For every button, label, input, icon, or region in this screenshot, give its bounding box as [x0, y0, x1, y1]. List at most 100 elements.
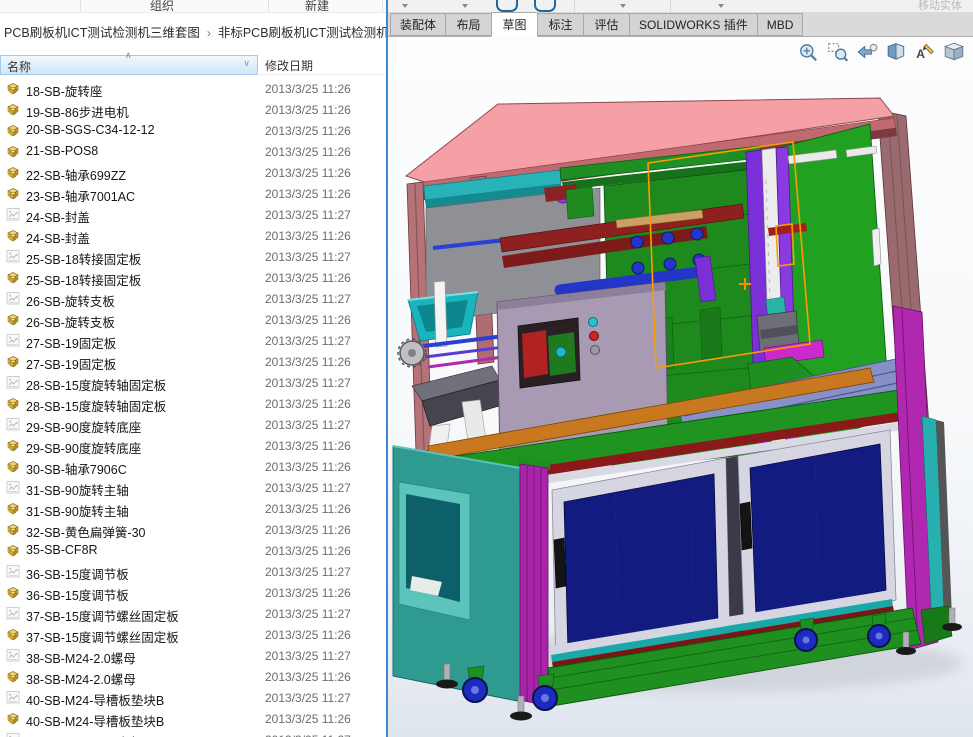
file-row[interactable]: 30-SB-轴承7906C 2013/3/25 11:26 [0, 456, 386, 477]
file-row[interactable]: 38-SB-M24-2.0螺母 2013/3/25 11:26 [0, 666, 386, 687]
file-modified-date: 2013/3/25 11:26 [265, 271, 351, 285]
tab-annotation[interactable]: 标注 [537, 13, 584, 36]
tab-mbd[interactable]: MBD [756, 13, 804, 36]
commandmanager-strip: 移动实体 [388, 0, 973, 12]
file-row[interactable]: 37-SB-15度调节螺丝固定板 2013/3/25 11:27 [0, 603, 386, 624]
file-row[interactable]: 25-SB-18转接固定板 2013/3/25 11:26 [0, 267, 386, 288]
file-name: 38-SB-M24-2.0螺母 [26, 673, 136, 687]
file-modified-date: 2013/3/25 11:26 [265, 355, 351, 369]
file-modified-date: 2013/3/25 11:27 [265, 607, 351, 621]
file-name: 25-SB-18转接固定板 [26, 253, 142, 267]
file-row[interactable]: 38-SB-M24-2.0螺母 2013/3/25 11:27 [0, 645, 386, 666]
file-modified-date: 2013/3/25 11:26 [265, 628, 351, 642]
preview-image-icon [6, 334, 20, 347]
file-row[interactable]: 26-SB-旋转支板 2013/3/25 11:26 [0, 309, 386, 330]
file-name: 35-SB-CF8R [26, 543, 98, 557]
file-name: 24-SB-封盖 [26, 232, 90, 246]
file-name: 26-SB-旋转支板 [26, 295, 115, 309]
previous-view-icon[interactable] [856, 42, 878, 62]
file-row[interactable]: 36-SB-15度调节板 2013/3/25 11:26 [0, 582, 386, 603]
file-row[interactable]: 27-SB-19固定板 2013/3/25 11:26 [0, 351, 386, 372]
column-header-row: ∧ 名称 ∨ 修改日期 [0, 50, 386, 76]
heads-up-view-toolbar: A [798, 42, 965, 62]
file-modified-date: 2013/3/25 11:26 [265, 313, 351, 327]
section-view-icon[interactable] [885, 42, 907, 62]
solidworks-part-icon [7, 545, 19, 557]
file-row[interactable]: 31-SB-90旋转主轴 2013/3/25 11:26 [0, 498, 386, 519]
file-name: 26-SB-旋转支板 [26, 316, 115, 330]
zoom-to-area-icon[interactable] [827, 42, 849, 62]
file-list: 18-SB-旋转座 2013/3/25 11:26 19-SB-86步进电机 2… [0, 78, 386, 737]
solidworks-part-icon [7, 503, 19, 515]
tab-solidworks-addins[interactable]: SOLIDWORKS 插件 [629, 13, 757, 36]
commandmanager-tabs: 装配体 布局 草图 标注 评估 SOLIDWORKS 插件 MBD [388, 12, 973, 37]
tab-layout[interactable]: 布局 [445, 13, 492, 36]
organize-button[interactable]: 组织 [150, 0, 174, 12]
file-row[interactable]: 37-SB-15度调节螺丝固定板 2013/3/25 11:26 [0, 624, 386, 645]
file-row[interactable]: 23-SB-轴承7001AC 2013/3/25 11:26 [0, 183, 386, 204]
breadcrumb-chevron-icon: › [206, 26, 211, 40]
solidworks-part-icon [7, 167, 19, 179]
file-row[interactable]: 41-SB-4040-720主架 2013/3/25 11:27 [0, 729, 386, 737]
file-row[interactable]: 40-SB-M24-导槽板垫块B 2013/3/25 11:26 [0, 708, 386, 729]
file-row[interactable]: 28-SB-15度旋转轴固定板 2013/3/25 11:27 [0, 372, 386, 393]
file-row[interactable]: 19-SB-86步进电机 2013/3/25 11:26 [0, 99, 386, 120]
zoom-to-fit-icon[interactable] [798, 42, 820, 62]
preview-image-icon [6, 376, 20, 389]
file-row[interactable]: 24-SB-封盖 2013/3/25 11:27 [0, 204, 386, 225]
file-row[interactable]: 24-SB-封盖 2013/3/25 11:26 [0, 225, 386, 246]
file-row[interactable]: 20-SB-SGS-C34-12-12 2013/3/25 11:26 [0, 120, 386, 141]
tab-evaluate[interactable]: 评估 [583, 13, 630, 36]
tab-assembly[interactable]: 装配体 [390, 13, 446, 36]
graphics-area[interactable]: A [388, 37, 973, 737]
file-name: 28-SB-15度旋转轴固定板 [26, 379, 167, 393]
tab-sketch[interactable]: 草图 [491, 12, 538, 37]
file-name: 37-SB-15度调节螺丝固定板 [26, 631, 179, 645]
file-name: 29-SB-90度旋转底座 [26, 442, 142, 456]
file-modified-date: 2013/3/25 11:26 [265, 439, 351, 453]
file-modified-date: 2013/3/25 11:27 [265, 376, 351, 390]
file-row[interactable]: 21-SB-POS8 2013/3/25 11:26 [0, 141, 386, 162]
dropdown-caret-icon [402, 4, 408, 8]
file-name: 38-SB-M24-2.0螺母 [26, 652, 136, 666]
file-row[interactable]: 29-SB-90度旋转底座 2013/3/25 11:26 [0, 435, 386, 456]
file-row[interactable]: 22-SB-轴承699ZZ 2013/3/25 11:26 [0, 162, 386, 183]
solidworks-part-icon [7, 671, 19, 683]
new-folder-button[interactable]: 新建 [305, 0, 329, 12]
view-orientation-icon[interactable] [943, 42, 965, 62]
file-name: 21-SB-POS8 [26, 144, 99, 158]
file-name: 31-SB-90旋转主轴 [26, 484, 129, 498]
file-row[interactable]: 26-SB-旋转支板 2013/3/25 11:27 [0, 288, 386, 309]
annotations-icon[interactable]: A [914, 42, 936, 62]
file-modified-date: 2013/3/25 11:27 [265, 691, 351, 705]
toolbar-fragment-icon [496, 0, 518, 12]
3d-model-machine[interactable]: + [388, 37, 973, 737]
file-modified-date: 2013/3/25 11:26 [265, 229, 351, 243]
breadcrumb[interactable]: PCB刷板机ICT测试检测机三维套图 › 非标PCB刷板机ICT测试检测机三维套图 [0, 13, 386, 43]
file-row[interactable]: 35-SB-CF8R 2013/3/25 11:26 [0, 540, 386, 561]
solidworks-part-icon [7, 104, 19, 116]
filter-dropdown-icon[interactable]: ∨ [243, 58, 250, 69]
file-row[interactable]: 25-SB-18转接固定板 2013/3/25 11:27 [0, 246, 386, 267]
breadcrumb-folder[interactable]: PCB刷板机ICT测试检测机三维套图 [4, 26, 200, 40]
file-row[interactable]: 29-SB-90度旋转底座 2013/3/25 11:27 [0, 414, 386, 435]
file-name: 18-SB-旋转座 [26, 85, 103, 99]
file-row[interactable]: 31-SB-90旋转主轴 2013/3/25 11:27 [0, 477, 386, 498]
file-row[interactable]: 40-SB-M24-导槽板垫块B 2013/3/25 11:27 [0, 687, 386, 708]
solidworks-part-icon [7, 524, 19, 536]
file-name: 19-SB-86步进电机 [26, 106, 129, 120]
file-modified-date: 2013/3/25 11:27 [265, 250, 351, 264]
column-header-date[interactable]: 修改日期 [259, 55, 386, 75]
solidworks-part-icon [7, 587, 19, 599]
file-row[interactable]: 36-SB-15度调节板 2013/3/25 11:27 [0, 561, 386, 582]
file-row[interactable]: 32-SB-黄色扁弹簧-30 2013/3/25 11:26 [0, 519, 386, 540]
file-row[interactable]: 28-SB-15度旋转轴固定板 2013/3/25 11:26 [0, 393, 386, 414]
file-modified-date: 2013/3/25 11:26 [265, 586, 351, 600]
file-name: 40-SB-M24-导槽板垫块B [26, 694, 165, 708]
file-modified-date: 2013/3/25 11:27 [265, 334, 351, 348]
column-header-name[interactable]: ∧ 名称 ∨ [0, 50, 258, 75]
file-name: 22-SB-轴承699ZZ [26, 169, 127, 183]
file-row[interactable]: 27-SB-19固定板 2013/3/25 11:27 [0, 330, 386, 351]
file-row[interactable]: 18-SB-旋转座 2013/3/25 11:26 [0, 78, 386, 99]
breadcrumb-subfolder[interactable]: 非标PCB刷板机ICT测试检测机三维套图 [218, 26, 386, 40]
